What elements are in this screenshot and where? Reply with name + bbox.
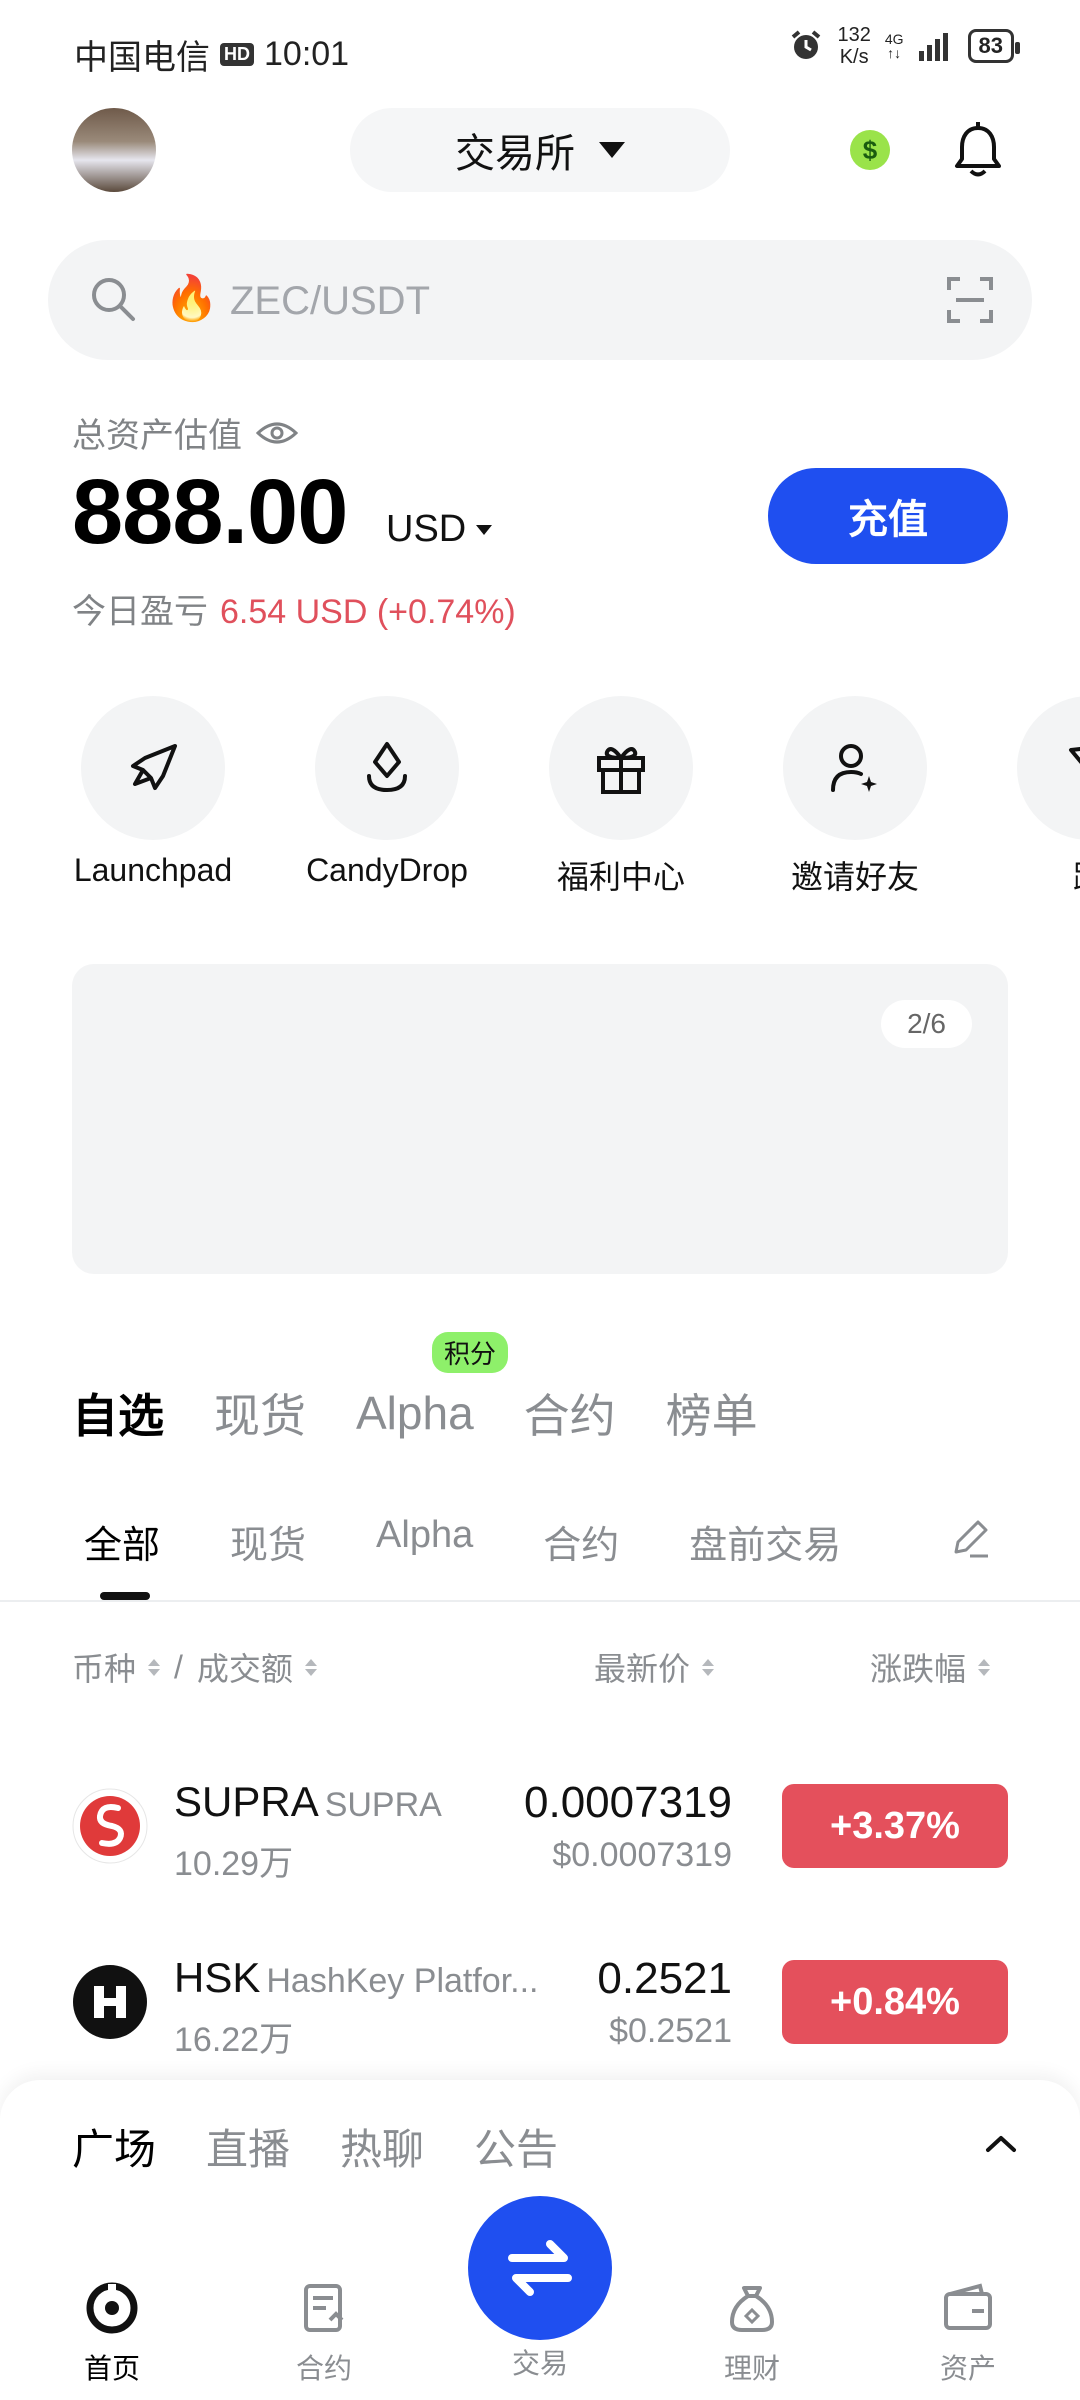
- currency-selector[interactable]: USD: [386, 508, 493, 551]
- quick-action-candydrop[interactable]: CandyDrop: [287, 696, 487, 889]
- network-type: 4G ↑↓: [884, 31, 904, 61]
- coin-volume: 10.29万: [174, 1845, 294, 1883]
- today-pnl-value: 6.54 USD (+0.74%): [220, 593, 516, 631]
- banner-pager: 2/6: [881, 1000, 972, 1048]
- edit-icon[interactable]: [948, 1516, 992, 1560]
- caret-down-icon: [599, 142, 625, 158]
- market-main-tabs: 自选 现货 积分 Alpha 合约 榜单: [72, 1332, 758, 1446]
- bell-icon[interactable]: [950, 120, 1006, 180]
- change-badge[interactable]: +3.37%: [782, 1784, 1008, 1868]
- copy-trade-icon: [1069, 746, 1080, 764]
- quick-action-invite-friends[interactable]: 邀请好友: [755, 696, 955, 898]
- swap-arrows-icon: [508, 2240, 572, 2296]
- network-speed: 132 K/s: [837, 24, 871, 68]
- contract-icon: [304, 2284, 344, 2332]
- battery-indicator: 83: [967, 29, 1021, 63]
- subtab-alpha[interactable]: Alpha: [376, 1514, 473, 1569]
- invite-user-icon: [831, 744, 877, 792]
- market-sub-tabs: 全部 现货 Alpha 合约 盘前交易: [84, 1514, 841, 1569]
- wealth-bag-icon: [729, 2286, 775, 2332]
- scan-icon[interactable]: [946, 276, 994, 324]
- promo-banner[interactable]: 2/6: [72, 964, 1008, 1274]
- coin-volume: 16.22万: [174, 2021, 294, 2059]
- chevron-up-icon[interactable]: [984, 2132, 1018, 2156]
- total-assets-label: 总资产估值: [72, 408, 298, 457]
- subtab-futures[interactable]: 合约: [543, 1514, 619, 1569]
- exchange-switcher[interactable]: 交易所: [350, 108, 730, 192]
- exchange-label: 交易所: [455, 132, 575, 176]
- coin-usd-price: $0.0007319: [552, 1836, 732, 1874]
- quick-action-copy-trade[interactable]: 跟: [989, 696, 1080, 898]
- nav-trade-label[interactable]: 交易: [468, 2342, 612, 2382]
- sort-icon: [978, 1658, 991, 1676]
- rocket-icon: [131, 744, 177, 790]
- subtab-all[interactable]: 全部: [84, 1514, 160, 1569]
- home-icon: [86, 2282, 138, 2334]
- quick-action-welfare-center[interactable]: 福利中心: [521, 696, 721, 898]
- tab-spot[interactable]: 现货: [214, 1380, 306, 1446]
- status-bar: 中国电信 HD 10:01 132 K/s 4G ↑↓ 83: [0, 0, 1080, 104]
- nav-home[interactable]: 首页: [42, 2280, 182, 2387]
- column-header-coin[interactable]: 币种 / 成交额: [72, 1644, 317, 1690]
- active-tab-indicator: [100, 1592, 150, 1600]
- search-icon: [92, 278, 135, 321]
- coin-price: 0.0007319: [524, 1778, 732, 1827]
- subtab-premarket[interactable]: 盘前交易: [689, 1514, 841, 1569]
- sort-icon: [148, 1658, 161, 1676]
- coin-price: 0.2521: [597, 1954, 732, 2003]
- tab-alpha[interactable]: 积分 Alpha: [356, 1332, 509, 1440]
- carrier-label: 中国电信: [74, 39, 210, 77]
- market-row[interactable]: SUPRA SUPRA 10.29万 0.0007319 $0.0007319 +…: [0, 1760, 1080, 1920]
- nav-earn[interactable]: 理财: [682, 2280, 822, 2387]
- column-header-price[interactable]: 最新价: [594, 1644, 715, 1690]
- candy-drop-icon: [367, 742, 407, 793]
- wallet-icon: [944, 2283, 992, 2330]
- tab-live[interactable]: 直播: [206, 2116, 290, 2177]
- search-input[interactable]: [228, 270, 932, 332]
- alarm-icon: [792, 30, 821, 59]
- supra-logo-icon: [72, 1788, 148, 1864]
- dollar-coin-icon[interactable]: $: [850, 130, 890, 170]
- deposit-button[interactable]: 充值: [768, 468, 1008, 564]
- avatar[interactable]: [72, 108, 156, 192]
- column-header-change[interactable]: 涨跌幅: [870, 1644, 991, 1690]
- nav-assets[interactable]: 资产: [898, 2280, 1038, 2387]
- change-badge[interactable]: +0.84%: [782, 1960, 1008, 2044]
- tab-announcements[interactable]: 公告: [474, 2116, 558, 2177]
- trade-fab-button[interactable]: [468, 2196, 612, 2340]
- tab-square[interactable]: 广场: [72, 2116, 156, 2177]
- quick-action-launchpad[interactable]: Launchpad: [53, 696, 253, 889]
- coin-symbol: HSK HashKey Platfor...: [174, 1954, 539, 2001]
- eye-icon[interactable]: [256, 419, 298, 447]
- status-time: 10:01: [264, 35, 350, 73]
- market-row[interactable]: HSK HashKey Platfor... 16.22万 0.2521 $0.2…: [0, 1936, 1080, 2096]
- gift-icon: [597, 747, 645, 794]
- total-assets-value: 888.00: [72, 461, 348, 563]
- hd-badge: HD: [220, 43, 254, 66]
- today-pnl: 今日盈亏 6.54 USD (+0.74%): [72, 593, 516, 631]
- nav-futures[interactable]: 合约: [254, 2280, 394, 2387]
- tab-rankings[interactable]: 榜单: [666, 1380, 758, 1446]
- caret-down-icon: [476, 524, 493, 535]
- subtab-spot[interactable]: 现货: [230, 1514, 306, 1569]
- fire-icon: 🔥: [164, 274, 219, 323]
- tab-futures[interactable]: 合约: [524, 1380, 616, 1446]
- divider: [0, 1600, 1080, 1602]
- sort-icon: [702, 1658, 715, 1676]
- tab-watchlist[interactable]: 自选: [72, 1380, 164, 1446]
- search-bar[interactable]: 🔥: [48, 240, 1032, 360]
- tab-hot-chat[interactable]: 热聊: [340, 2116, 424, 2177]
- points-badge: 积分: [432, 1332, 509, 1373]
- signal-icon: [918, 33, 948, 61]
- hsk-logo-icon: [73, 1965, 147, 2039]
- coin-usd-price: $0.2521: [609, 2012, 732, 2050]
- coin-symbol: SUPRA SUPRA: [174, 1778, 442, 1825]
- sort-icon: [304, 1658, 317, 1676]
